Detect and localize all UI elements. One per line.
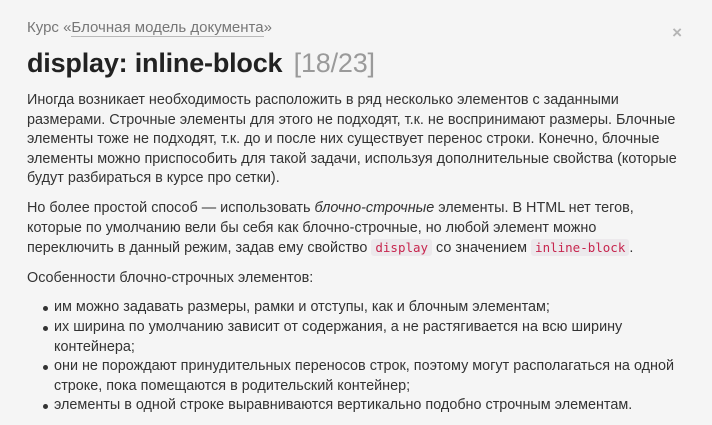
breadcrumb: Курс «Блочная модель документа» <box>27 18 685 38</box>
code-display: display <box>371 239 433 257</box>
list-item: их ширина по умолчанию зависит от содерж… <box>27 318 685 357</box>
paragraph-text: Но более простой способ — использовать <box>27 199 315 216</box>
paragraph-inline-block: Но более простой способ — использовать б… <box>27 199 685 259</box>
features-list: им можно задавать размеры, рамки и отсту… <box>27 298 685 416</box>
paragraph-intro: Иногда возникает необходимость расположи… <box>27 92 677 187</box>
course-link[interactable]: Блочная модель документа <box>71 19 264 37</box>
paragraph-text: со значением <box>432 240 532 257</box>
breadcrumb-prefix: Курс « <box>27 19 72 36</box>
paragraph-text: . <box>629 240 634 257</box>
list-item: им можно задавать размеры, рамки и отсту… <box>27 298 685 318</box>
code-inline-block: inline-block <box>531 239 630 257</box>
lesson-title: display: inline-block <box>27 48 283 78</box>
paragraph-features-intro: Особенности блочно-строчных элементов: <box>27 269 314 286</box>
emphasis-term: блочно-строчные <box>314 199 435 216</box>
lesson-content: Иногда возникает необходимость расположи… <box>27 91 685 416</box>
lesson-counter: [18/23] <box>293 48 375 78</box>
page-title: display: inline-block [18/23] <box>27 46 685 80</box>
list-item: они не порождают принудительных переносо… <box>27 357 685 396</box>
breadcrumb-suffix: » <box>263 19 272 36</box>
lesson-panel: × Курс «Блочная модель документа» displa… <box>0 0 712 425</box>
list-item: элементы в одной строке выравниваются ве… <box>27 396 685 416</box>
close-icon[interactable]: × <box>672 24 682 41</box>
